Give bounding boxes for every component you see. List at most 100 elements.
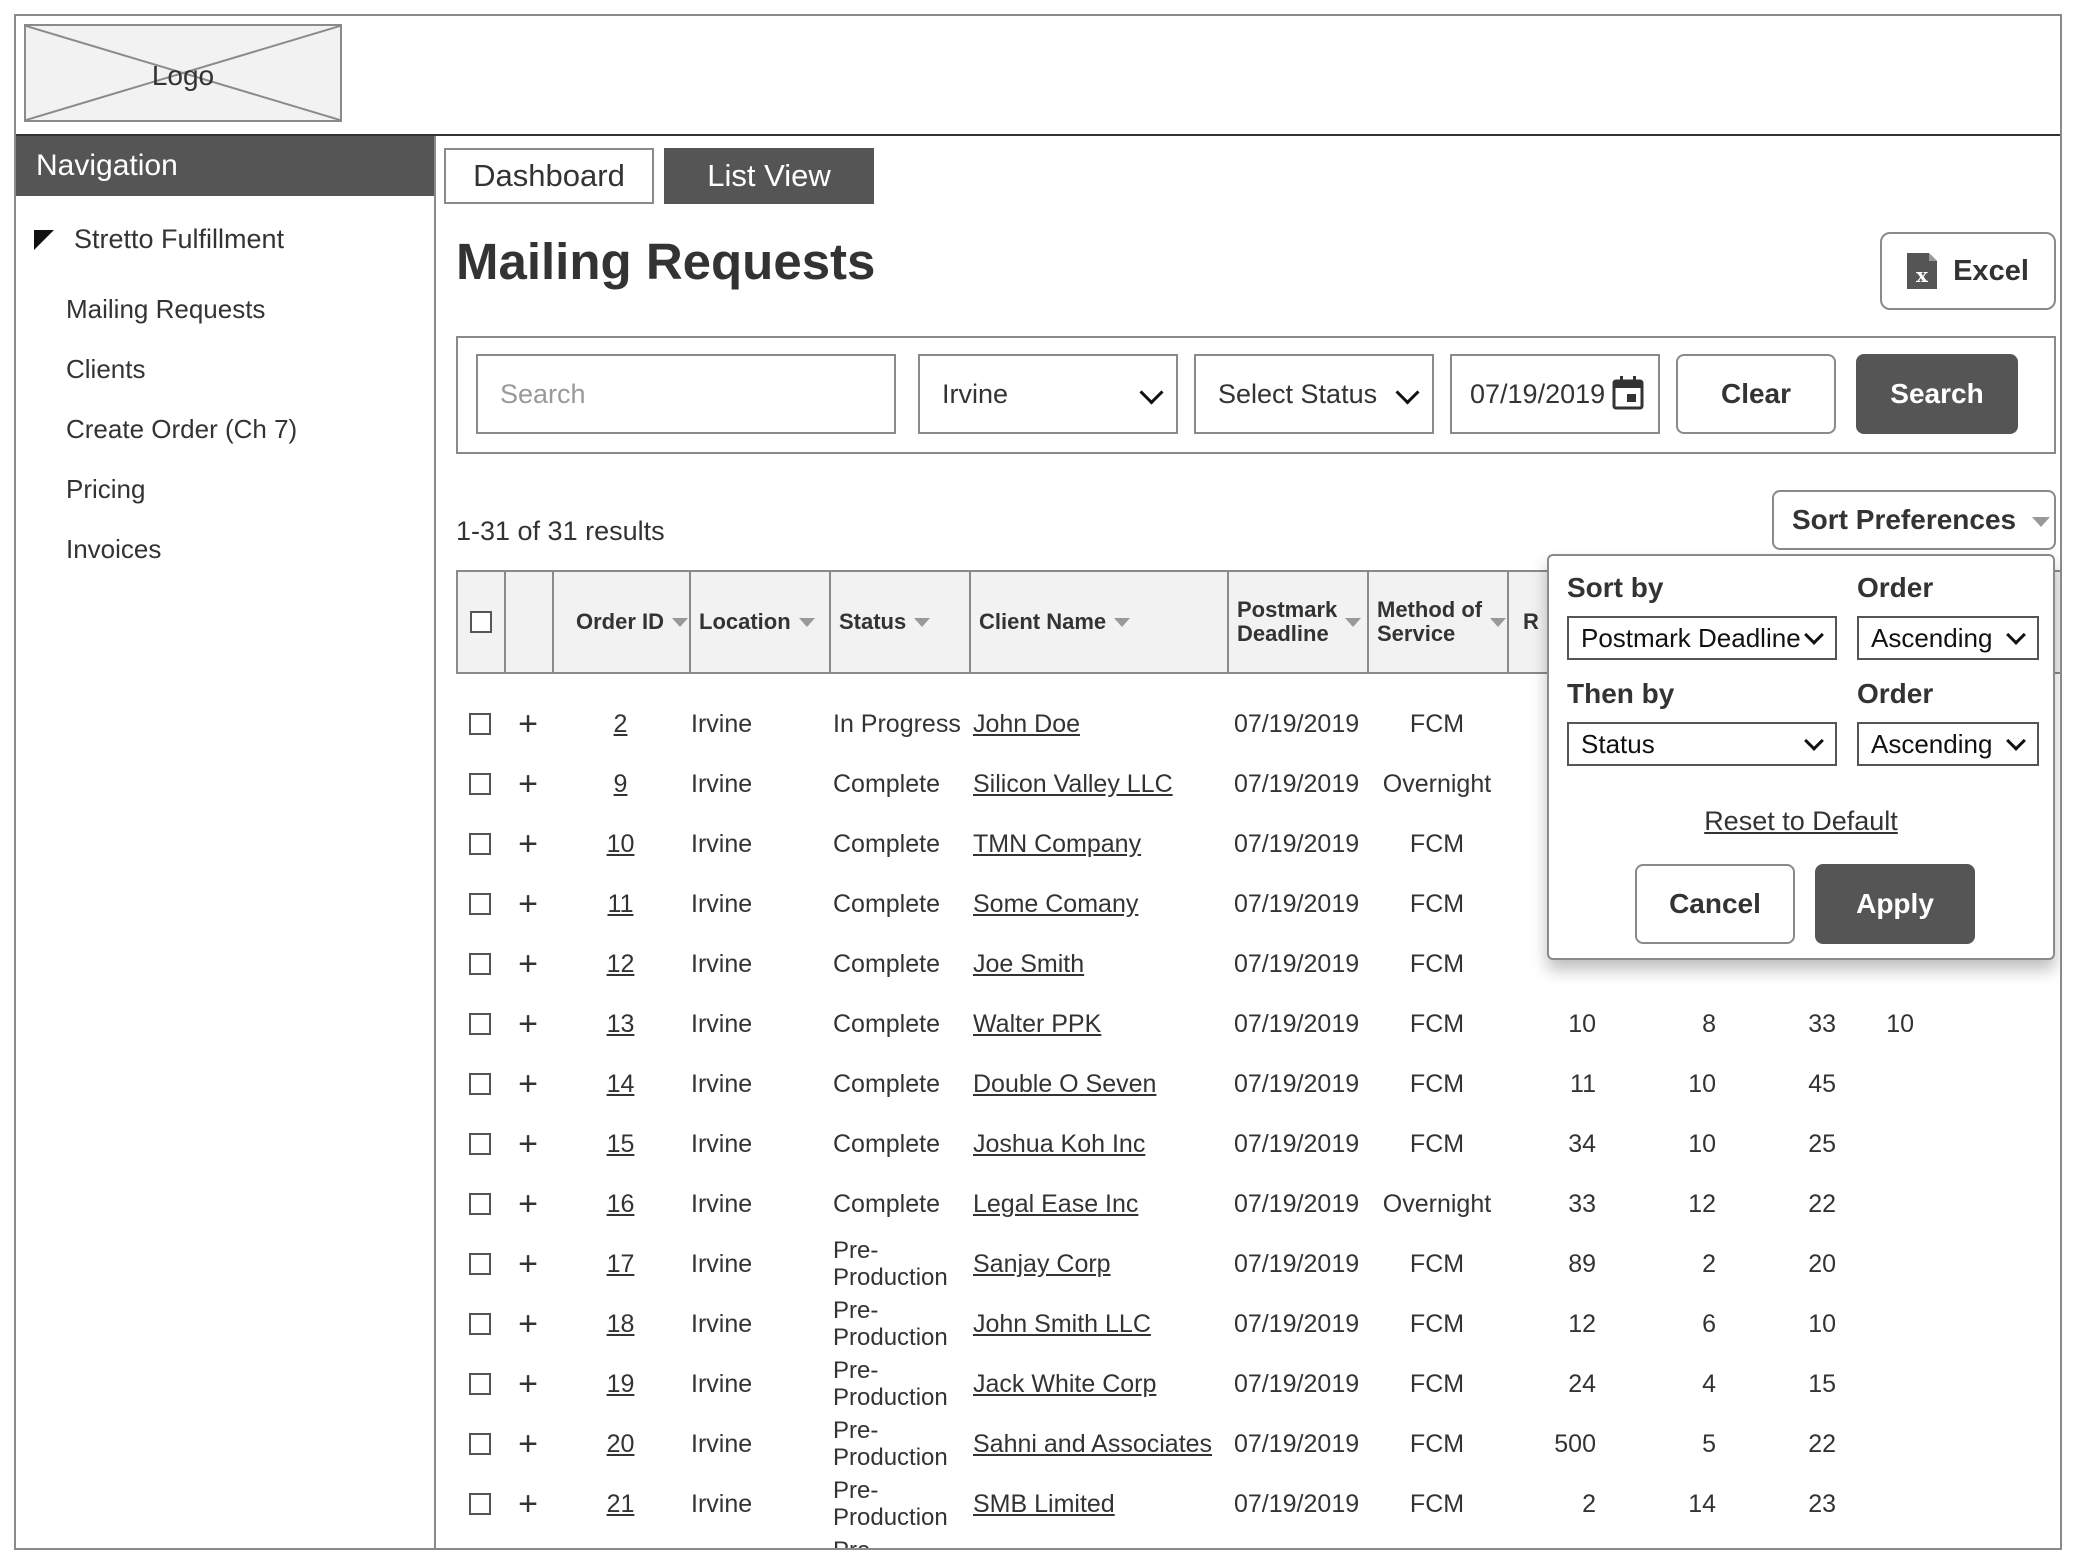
row-checkbox[interactable] — [469, 1373, 491, 1395]
row-checkbox[interactable] — [469, 1133, 491, 1155]
count-text-2: 14 — [1688, 1489, 1716, 1518]
client-name-link[interactable]: Some Other Co — [973, 1550, 1147, 1551]
clear-button[interactable]: Clear — [1676, 354, 1836, 434]
order-id-link[interactable]: 9 — [614, 770, 628, 799]
plus-icon[interactable]: + — [518, 1427, 538, 1461]
order-id-cell: 14 — [552, 1054, 689, 1114]
header-client-name[interactable]: Client Name — [971, 572, 1229, 672]
header-postmark-deadline[interactable]: Postmark Deadline — [1229, 572, 1369, 672]
order-id-link[interactable]: 11 — [608, 890, 634, 919]
plus-icon[interactable]: + — [518, 1067, 538, 1101]
status-cell: Complete — [833, 1114, 969, 1174]
order-id-link[interactable]: 15 — [607, 1130, 635, 1159]
plus-icon[interactable]: + — [518, 1307, 538, 1341]
order-select-2[interactable]: Ascending — [1857, 722, 2039, 766]
row-checkbox[interactable] — [469, 1493, 491, 1515]
header-location[interactable]: Location — [691, 572, 831, 672]
select-all-checkbox[interactable] — [470, 611, 492, 633]
postmark-deadline-text: 07/19/2019 — [1234, 1009, 1360, 1038]
search-input[interactable]: Search — [476, 354, 896, 434]
sidebar-item-pricing[interactable]: Pricing — [66, 474, 145, 505]
client-name-link[interactable]: TMN Company — [973, 830, 1141, 859]
order-select-1[interactable]: Ascending — [1857, 616, 2039, 660]
plus-icon[interactable]: + — [518, 1367, 538, 1401]
client-name-link[interactable]: Jack White Corp — [973, 1370, 1156, 1399]
client-name-link[interactable]: Some Comany — [973, 890, 1138, 919]
cancel-button[interactable]: Cancel — [1635, 864, 1795, 944]
row-checkbox[interactable] — [469, 833, 491, 855]
plus-icon[interactable]: + — [518, 1127, 538, 1161]
plus-icon[interactable]: + — [518, 1247, 538, 1281]
row-checkbox[interactable] — [469, 1193, 491, 1215]
plus-icon[interactable]: + — [518, 887, 538, 921]
tab-dashboard[interactable]: Dashboard — [444, 148, 654, 204]
location-cell: Irvine — [691, 1054, 827, 1114]
sidebar-item-mailing-requests[interactable]: Mailing Requests — [66, 294, 265, 325]
location-select[interactable]: Irvine — [918, 354, 1178, 434]
then-by-select[interactable]: Status — [1567, 722, 1837, 766]
row-checkbox[interactable] — [469, 773, 491, 795]
row-checkbox[interactable] — [469, 1013, 491, 1035]
client-name-link[interactable]: Silicon Valley LLC — [973, 770, 1173, 799]
client-name-link[interactable]: Joshua Koh Inc — [973, 1130, 1145, 1159]
header-status[interactable]: Status — [831, 572, 971, 672]
order-id-link[interactable]: 10 — [607, 830, 635, 859]
header-postmark-text: Postmark Deadline — [1237, 598, 1337, 646]
excel-export-button[interactable]: x Excel — [1880, 232, 2056, 310]
client-name-link[interactable]: Legal Ease Inc — [973, 1190, 1138, 1219]
calendar-icon[interactable] — [1612, 376, 1644, 410]
header-method-of-service[interactable]: Method of Service — [1369, 572, 1509, 672]
tab-list-view[interactable]: List View — [664, 148, 874, 204]
order-id-link[interactable]: 12 — [607, 950, 635, 979]
plus-icon[interactable]: + — [518, 707, 538, 741]
order-id-link[interactable]: 19 — [607, 1370, 635, 1399]
client-name-link[interactable]: Joe Smith — [973, 950, 1084, 979]
client-name-link[interactable]: Sahni and Associates — [973, 1430, 1212, 1459]
row-checkbox[interactable] — [469, 953, 491, 975]
plus-icon[interactable]: + — [518, 1547, 538, 1548]
client-name-link[interactable]: SMB Limited — [973, 1490, 1115, 1519]
order-id-link[interactable]: 17 — [607, 1250, 635, 1279]
sidebar-item-clients[interactable]: Clients — [66, 354, 145, 385]
client-name-link[interactable]: John Doe — [973, 710, 1080, 739]
apply-button[interactable]: Apply — [1815, 864, 1975, 944]
client-name-link[interactable]: Double O Seven — [973, 1070, 1156, 1099]
plus-icon[interactable]: + — [518, 767, 538, 801]
reset-to-default-link[interactable]: Reset to Default — [1549, 806, 2053, 837]
order-id-link[interactable]: 13 — [607, 1010, 635, 1039]
count-cell-1: 2 — [1516, 1474, 1596, 1534]
sidebar-group-stretto-fulfillment[interactable]: Stretto Fulfillment — [34, 224, 284, 255]
postmark-deadline-cell: 07/19/2019 — [1234, 1054, 1364, 1114]
row-checkbox[interactable] — [469, 1253, 491, 1275]
plus-icon[interactable]: + — [518, 1007, 538, 1041]
client-name-link[interactable]: Walter PPK — [973, 1010, 1101, 1039]
sort-by-select[interactable]: Postmark Deadline — [1567, 616, 1837, 660]
status-text: Pre-Production — [833, 1537, 948, 1548]
header-partial-column[interactable]: R — [1509, 572, 1549, 672]
order-id-link[interactable]: 21 — [607, 1490, 635, 1519]
header-order-id[interactable]: Order ID — [554, 572, 691, 672]
plus-icon[interactable]: + — [518, 827, 538, 861]
search-button[interactable]: Search — [1856, 354, 2018, 434]
order-id-link[interactable]: 22 — [607, 1550, 635, 1551]
sidebar-item-create-order[interactable]: Create Order (Ch 7) — [66, 414, 297, 445]
sort-preferences-button[interactable]: Sort Preferences — [1772, 490, 2056, 550]
order-id-link[interactable]: 20 — [607, 1430, 635, 1459]
plus-icon[interactable]: + — [518, 947, 538, 981]
plus-icon[interactable]: + — [518, 1187, 538, 1221]
plus-icon[interactable]: + — [518, 1487, 538, 1521]
order-id-link[interactable]: 18 — [607, 1310, 635, 1339]
row-checkbox[interactable] — [469, 1073, 491, 1095]
row-checkbox[interactable] — [469, 1313, 491, 1335]
row-checkbox[interactable] — [469, 713, 491, 735]
date-picker[interactable]: 07/19/2019 — [1450, 354, 1660, 434]
order-id-link[interactable]: 2 — [614, 710, 628, 739]
order-id-link[interactable]: 14 — [607, 1070, 635, 1099]
row-checkbox[interactable] — [469, 893, 491, 915]
status-select[interactable]: Select Status — [1194, 354, 1434, 434]
client-name-link[interactable]: John Smith LLC — [973, 1310, 1151, 1339]
order-id-link[interactable]: 16 — [607, 1190, 635, 1219]
row-checkbox[interactable] — [469, 1433, 491, 1455]
sidebar-item-invoices[interactable]: Invoices — [66, 534, 161, 565]
client-name-link[interactable]: Sanjay Corp — [973, 1250, 1111, 1279]
